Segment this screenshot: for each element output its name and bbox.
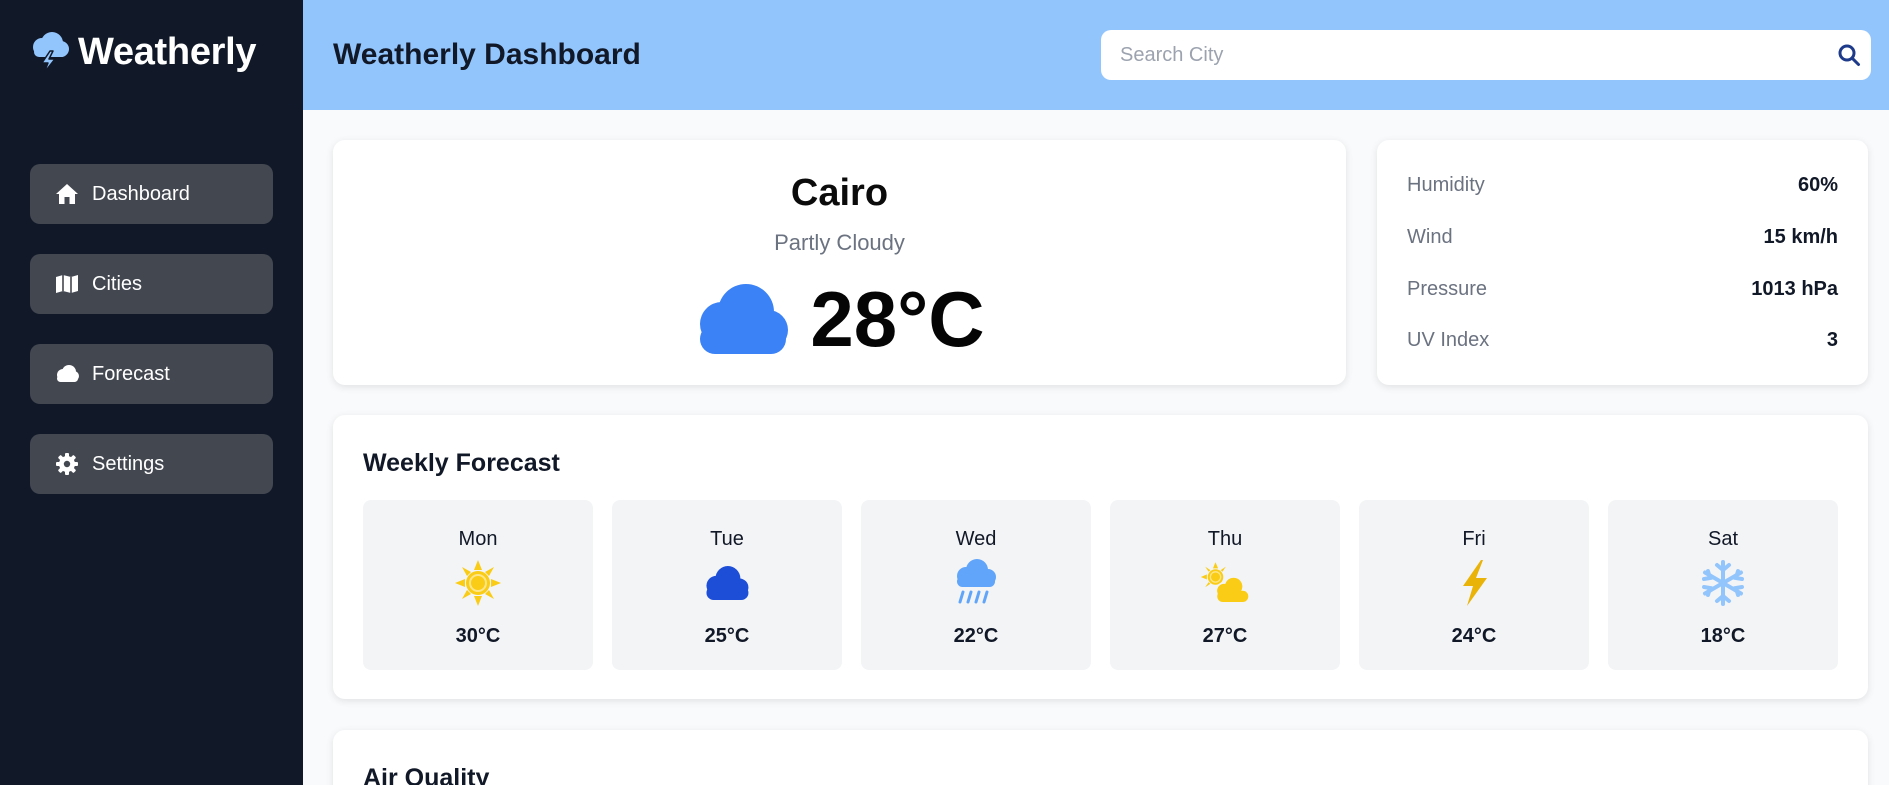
top-header: Weatherly Dashboard (303, 0, 1889, 110)
stat-label: Wind (1407, 226, 1453, 248)
weekly-forecast-card: Weekly Forecast Mon 30°C Tue 25°C Wed 22… (333, 415, 1868, 699)
stat-row-humidity: Humidity 60% (1407, 174, 1838, 197)
day-temperature: 22°C (953, 625, 999, 647)
day-temperature: 25°C (704, 625, 750, 647)
day-temperature: 27°C (1202, 625, 1248, 647)
map-icon (54, 271, 80, 297)
stat-value: 60% (1797, 174, 1838, 196)
sidebar-item-label: Dashboard (92, 182, 190, 205)
sidebar: Weatherly Dashboard Cities Forecast Sett… (0, 0, 303, 785)
section-title: Weekly Forecast (363, 449, 560, 477)
stat-label: Humidity (1407, 174, 1485, 196)
section-title: Air Quality (363, 764, 490, 785)
sidebar-item-label: Cities (92, 272, 143, 295)
bolt-icon (1463, 560, 1487, 606)
sidebar-item-label: Settings (92, 452, 165, 475)
forecast-day-wed[interactable]: Wed 22°C (861, 500, 1091, 670)
current-weather-card: Cairo Partly Cloudy 28°C (333, 140, 1346, 385)
page-title: Weatherly Dashboard (333, 38, 641, 71)
day-name: Wed (955, 528, 997, 550)
forecast-day-fri[interactable]: Fri 24°C (1359, 500, 1589, 670)
cloud-icon (706, 566, 749, 600)
gear-icon (54, 451, 80, 477)
day-temperature: 18°C (1700, 625, 1746, 647)
day-name: Fri (1462, 528, 1486, 550)
search-bar (1101, 30, 1871, 80)
sun-icon (455, 560, 501, 606)
cloud-sun-icon (1200, 562, 1249, 602)
day-temperature: 30°C (455, 625, 501, 647)
current-temperature: 28°C (810, 275, 985, 363)
forecast-day-tue[interactable]: Tue 25°C (612, 500, 842, 670)
snowflake-icon (1702, 560, 1744, 606)
day-name: Tue (710, 528, 744, 550)
day-name: Sat (1707, 528, 1739, 550)
stat-row-uv-index: UV Index 3 (1407, 329, 1838, 352)
forecast-day-sat[interactable]: Sat 18°C (1608, 500, 1838, 670)
sidebar-item-cities[interactable]: Cities (30, 254, 273, 314)
brand-name: Weatherly (78, 30, 257, 73)
city-name: Cairo (790, 172, 889, 214)
cloud-icon (700, 284, 789, 354)
air-quality-card: Air Quality (333, 730, 1868, 785)
home-icon (54, 181, 80, 207)
stat-value: 1013 hPa (1751, 278, 1838, 300)
stat-row-pressure: Pressure 1013 hPa (1407, 278, 1838, 301)
stat-value: 15 km/h (1763, 226, 1838, 248)
sidebar-item-dashboard[interactable]: Dashboard (30, 164, 273, 224)
stat-value: 3 (1826, 329, 1838, 351)
stat-label: Pressure (1407, 278, 1488, 300)
day-name: Thu (1207, 528, 1243, 550)
day-name: Mon (458, 528, 498, 550)
sidebar-item-forecast[interactable]: Forecast (30, 344, 273, 404)
weather-stats-card: Humidity 60% Wind 15 km/h Pressure 1013 … (1377, 140, 1868, 385)
temperature-row: 28°C (333, 280, 1346, 358)
weather-condition: Partly Cloudy (774, 230, 905, 255)
sidebar-item-settings[interactable]: Settings (30, 434, 273, 494)
cloud-lightning-icon (33, 32, 69, 74)
search-input[interactable] (1101, 30, 1821, 80)
day-temperature: 24°C (1451, 625, 1497, 647)
forecast-day-thu[interactable]: Thu 27°C (1110, 500, 1340, 670)
search-icon[interactable] (1837, 43, 1861, 67)
sidebar-item-label: Forecast (92, 362, 170, 385)
stat-row-wind: Wind 15 km/h (1407, 226, 1838, 249)
stat-label: UV Index (1407, 329, 1490, 351)
forecast-day-mon[interactable]: Mon 30°C (363, 500, 593, 670)
brand-logo[interactable]: Weatherly (28, 30, 257, 74)
cloud-rain-icon (957, 559, 996, 604)
cloud-icon (54, 361, 80, 387)
